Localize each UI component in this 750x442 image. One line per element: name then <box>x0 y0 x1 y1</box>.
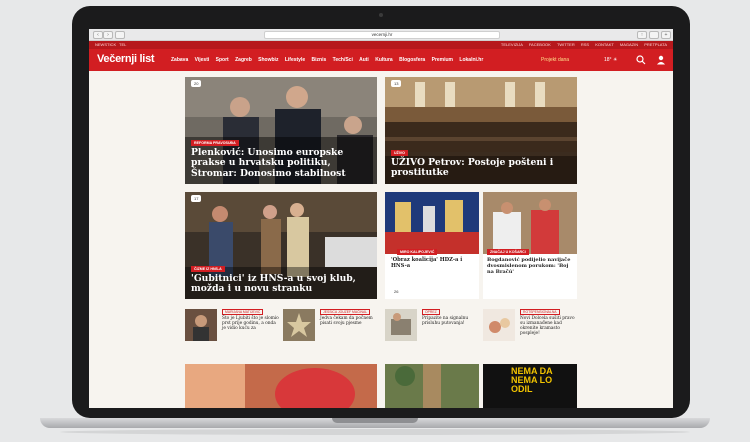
top-link[interactable]: MAGAZIN <box>620 42 638 47</box>
comment-count: 13 <box>391 80 402 87</box>
article-headline[interactable]: 'Obraz koalicija' HDZ-a i HNS-a <box>391 257 475 270</box>
laptop-shadow <box>60 429 690 435</box>
top-link[interactable]: RSS <box>581 42 589 47</box>
mini-title[interactable]: Novi Dolcela sušiti pravo su izmanađene … <box>520 316 578 337</box>
top-strip-links: TELEVIZIJA FACEBOOK TWITTER RSS KONTAKT … <box>496 42 667 47</box>
article-card[interactable]: 17 ČIZME IZ HNS-A 'Gubitnici' iz HNS-a u… <box>185 192 377 299</box>
top-link[interactable]: PRETPLATA <box>644 42 667 47</box>
webcam <box>379 13 383 17</box>
mini-article[interactable]: JESSICA JOUZEF MAČINAL Jedva čekam da po… <box>283 309 379 343</box>
article-photo <box>385 192 479 254</box>
share-icon[interactable]: ↑ <box>637 31 647 39</box>
mini-tag[interactable]: MARIJANA MATIJEVIĆ <box>222 309 264 315</box>
top-link[interactable]: KONTAKT <box>595 42 614 47</box>
nav-item[interactable]: Biznis <box>312 57 327 63</box>
article-tag[interactable]: ZNAČAJ U KOŠARCI <box>487 249 529 255</box>
laptop-base <box>0 414 750 442</box>
weather-widget[interactable]: 18° ☀ <box>604 57 617 63</box>
mini-tag[interactable]: JESSICA JOUZEF MAČINAL <box>320 309 371 315</box>
projekt-dana-link[interactable]: Projekt dana <box>541 57 569 63</box>
banner-text: NEMA DA NEMA LO ODIL <box>511 366 553 394</box>
top-link[interactable]: TWITTER <box>557 42 575 47</box>
address-bar[interactable]: vecernji.hr <box>264 31 500 39</box>
laptop-frame: ‹ › vecernji.hr ↑ + NEWSTICK TEL TELEVIZ… <box>72 6 690 418</box>
mini-thumb <box>385 309 417 341</box>
mini-thumb <box>483 309 515 341</box>
site-header: Večernji list Zabava Vijesti Sport Zagre… <box>89 49 673 71</box>
article-headline[interactable]: Bogdanović podijelio navijače dvosmislen… <box>487 257 575 275</box>
browser-toolbar: ‹ › vecernji.hr ↑ + <box>89 29 673 41</box>
weather-temp: 18° <box>604 57 612 63</box>
article-tag[interactable]: ČIZME IZ HNS-A <box>191 266 225 272</box>
nav-item[interactable]: Sport <box>216 57 229 63</box>
mini-title[interactable]: Pripazite na signalnu prisluhu putovanja… <box>422 316 480 326</box>
top-link[interactable]: FACEBOOK <box>529 42 551 47</box>
article-card[interactable]: MIRO KALIPOJEVIĆ 'Obraz koalicija' HDZ-a… <box>385 192 479 299</box>
bottom-article-photo[interactable] <box>385 364 479 408</box>
article-card[interactable]: 13 UŽIVO UŽIVO Petrov: Postoje pošteni i… <box>385 77 577 184</box>
search-icon[interactable] <box>635 54 647 66</box>
mini-title[interactable]: Jedva čekam da počnem pisati svoju pjesm… <box>320 316 378 326</box>
mini-article[interactable]: MARIJANA MATIJEVIĆ Što je Ljubiti što je… <box>185 309 281 343</box>
article-headline[interactable]: 'Gubitnici' iz HNS-a u svoj klub, možda … <box>191 273 373 295</box>
top-strip: NEWSTICK TEL TELEVIZIJA FACEBOOK TWITTER… <box>89 41 673 49</box>
top-strip-left[interactable]: NEWSTICK <box>95 42 116 47</box>
back-button[interactable]: ‹ <box>93 31 103 39</box>
bottom-article-photo[interactable] <box>185 364 377 408</box>
tabs-icon[interactable] <box>649 31 659 39</box>
top-link[interactable]: TELEVIZIJA <box>501 42 523 47</box>
nav-item[interactable]: Tech/Sci <box>333 57 353 63</box>
mini-thumb <box>283 309 315 341</box>
sidebar-icon[interactable] <box>115 31 125 39</box>
article-tag[interactable]: UŽIVO <box>391 150 408 156</box>
forward-button[interactable]: › <box>103 31 113 39</box>
nav-item[interactable]: Auti <box>359 57 369 63</box>
nav-item[interactable]: Showbiz <box>258 57 278 63</box>
article-photo <box>483 192 577 254</box>
article-headline[interactable]: Plenković: Unosimo europske prakse u hrv… <box>191 147 373 179</box>
nav-item[interactable]: Premium <box>432 57 453 63</box>
screen: ‹ › vecernji.hr ↑ + NEWSTICK TEL TELEVIZ… <box>89 29 673 408</box>
mini-title[interactable]: Što je Ljubiti što je slomio prst prije … <box>222 316 280 331</box>
article-card[interactable]: ZNAČAJ U KOŠARCI Bogdanović podijelio na… <box>483 192 577 299</box>
article-tag[interactable]: MIRO KALIPOJEVIĆ <box>397 249 438 255</box>
nav-item[interactable]: Zabava <box>171 57 188 63</box>
nav-item[interactable]: Zagreb <box>235 57 252 63</box>
bottom-banner[interactable]: NEMA DA NEMA LO ODIL <box>483 364 577 408</box>
article-tag[interactable]: REFORMA PRAVOSUĐA <box>191 140 239 146</box>
top-strip-left-2[interactable]: TEL <box>119 42 126 47</box>
laptop-notch <box>332 418 418 423</box>
site-logo[interactable]: Večernji list <box>97 53 155 65</box>
mini-thumb <box>185 309 217 341</box>
nav-item[interactable]: Blogosfera <box>399 57 425 63</box>
comment-count: 26 <box>394 289 399 294</box>
comment-count: 17 <box>191 195 202 202</box>
new-tab-button[interactable]: + <box>661 31 671 39</box>
nav-item[interactable]: Vijesti <box>195 57 210 63</box>
nav-item[interactable]: Lokalni.hr <box>459 57 483 63</box>
article-card[interactable]: 20 REFORMA PRAVOSUĐA Plenković: Unosimo … <box>185 77 377 184</box>
comment-count: 20 <box>191 80 202 87</box>
nav-item[interactable]: Lifestyle <box>285 57 305 63</box>
main-nav: Zabava Vijesti Sport Zagreb Showbiz Life… <box>171 57 488 63</box>
user-icon[interactable] <box>655 54 667 66</box>
nav-item[interactable]: Kultura <box>375 57 393 63</box>
mini-tag[interactable]: ROTSPENSIONALNA <box>520 309 560 315</box>
mini-article[interactable]: ROTSPENSIONALNA Novi Dolcela sušiti prav… <box>483 309 577 343</box>
article-headline[interactable]: UŽIVO Petrov: Postoje pošteni i prostitu… <box>391 157 573 179</box>
mini-article[interactable]: OPREZ Pripazite na signalnu prisluhu put… <box>385 309 481 343</box>
mini-tag[interactable]: OPREZ <box>422 309 440 315</box>
